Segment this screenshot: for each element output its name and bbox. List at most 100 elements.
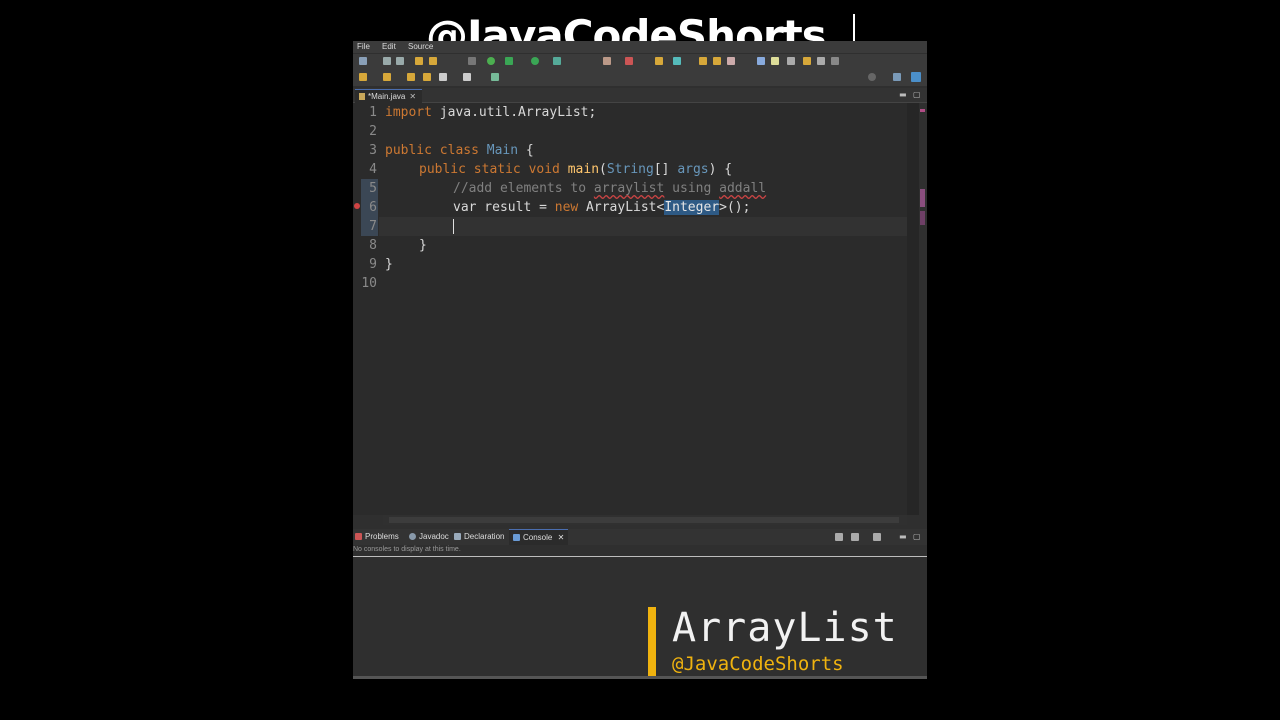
comment-text: using	[664, 181, 720, 196]
run-icon[interactable]	[505, 57, 513, 65]
back-icon[interactable]	[407, 73, 415, 81]
horizontal-scrollbar[interactable]	[383, 515, 907, 525]
tab-label: Console	[523, 533, 553, 542]
overlay-handle: @JavaCodeShorts	[672, 653, 844, 675]
keyword: new	[554, 200, 579, 215]
code-line-8: }	[419, 238, 427, 253]
method-name: main	[567, 162, 600, 177]
overlay-accent-bar	[648, 607, 656, 677]
vertical-scrollbar[interactable]	[907, 103, 919, 515]
code-line-6: var result = new ArrayList<Integer>();	[453, 198, 750, 217]
pin-console-icon[interactable]	[835, 533, 843, 541]
class-name: Main	[486, 143, 519, 158]
close-icon[interactable]: ✕	[558, 533, 565, 542]
tab-label: Problems	[365, 532, 399, 541]
close-icon[interactable]: ✕	[409, 92, 416, 101]
prev-annotation-icon[interactable]	[383, 73, 391, 81]
menu-file[interactable]: File	[357, 42, 370, 51]
code-lines: import java.util.ArrayList; public class…	[385, 103, 919, 515]
problems-icon	[355, 533, 362, 540]
word-wrap-icon[interactable]	[817, 57, 825, 65]
open-console-icon[interactable]	[873, 533, 881, 541]
console-empty-message: No consoles to display at this time.	[353, 546, 461, 553]
tab-declaration[interactable]: Declaration	[454, 529, 504, 545]
open-type-icon[interactable]	[699, 57, 707, 65]
menu-bar: File Edit Source	[353, 41, 927, 53]
open-task-icon[interactable]	[713, 57, 721, 65]
menu-edit[interactable]: Edit	[382, 42, 396, 51]
last-edit-icon[interactable]	[439, 73, 447, 81]
code-line-9: }	[385, 257, 393, 272]
keyword: public class	[385, 143, 479, 158]
parameter-name: args	[677, 162, 709, 177]
menu-source[interactable]: Source	[408, 42, 433, 51]
selected-type: Integer	[664, 200, 720, 215]
code-text: ) {	[708, 162, 733, 177]
next-annotation-icon[interactable]	[359, 73, 367, 81]
overview-ruler[interactable]	[919, 103, 927, 515]
toggle-mark-icon[interactable]	[757, 57, 765, 65]
javadoc-icon	[409, 533, 416, 540]
overview-marker	[920, 211, 925, 225]
open-perspective-icon[interactable]	[893, 73, 901, 81]
redo-icon[interactable]	[429, 57, 437, 65]
console-icon	[513, 534, 520, 541]
undo-icon[interactable]	[415, 57, 423, 65]
code-text: >();	[719, 200, 751, 215]
minimize-icon[interactable]: ▬	[899, 90, 907, 99]
code-text: java.util.ArrayList;	[431, 105, 597, 120]
editor-tab-main-java[interactable]: *Main.java ✕	[355, 89, 423, 103]
java-perspective-icon[interactable]	[911, 72, 921, 82]
display-console-icon[interactable]	[851, 533, 859, 541]
highlight-icon[interactable]	[771, 57, 779, 65]
line-number: 8	[369, 238, 377, 253]
new-class-icon[interactable]	[673, 57, 681, 65]
tab-javadoc[interactable]: Javadoc	[409, 529, 449, 545]
debug-icon[interactable]	[487, 57, 495, 65]
editor-tab-bar: *Main.java ✕ ▬ ▢	[353, 88, 927, 103]
editor-tab-label: *Main.java	[368, 92, 406, 101]
search-tool-icon[interactable]	[727, 57, 735, 65]
run-last-icon[interactable]	[531, 57, 539, 65]
secondary-toolbar	[353, 70, 927, 86]
status-strip	[353, 676, 927, 679]
pin-editor-icon[interactable]	[491, 73, 499, 81]
tab-label: Declaration	[464, 532, 505, 541]
coverage-icon[interactable]	[553, 57, 561, 65]
navigate-forward-icon[interactable]	[463, 73, 471, 81]
external-tools-icon[interactable]	[625, 57, 633, 65]
new-icon[interactable]	[359, 57, 367, 65]
code-text: {	[518, 143, 534, 158]
code-line-1: import java.util.ArrayList;	[385, 103, 596, 122]
save-icon[interactable]	[383, 57, 391, 65]
show-whitespace-icon[interactable]	[831, 57, 839, 65]
code-text: []	[653, 162, 678, 177]
minimize-icon[interactable]: ▬	[899, 532, 907, 541]
comment-text: //add elements to	[453, 181, 594, 196]
whitespace-icon[interactable]	[803, 57, 811, 65]
line-number: 1	[369, 105, 377, 120]
forward-icon[interactable]	[423, 73, 431, 81]
stop-icon[interactable]	[603, 57, 611, 65]
line-number: 3	[369, 143, 377, 158]
main-toolbar	[353, 54, 927, 70]
build-icon[interactable]	[468, 57, 476, 65]
maximize-icon[interactable]: ▢	[913, 532, 921, 541]
line-number: 9	[369, 257, 377, 272]
tab-console[interactable]: Console ✕	[509, 529, 569, 546]
code-editor[interactable]: 1 2 3 4 5 6 7 8 9 10 import java.util.Ar…	[353, 103, 919, 515]
new-java-project-icon[interactable]	[655, 57, 663, 65]
scrollbar-thumb[interactable]	[389, 517, 899, 523]
panel-divider	[353, 556, 927, 557]
search-icon[interactable]	[868, 73, 876, 81]
error-icon[interactable]	[354, 203, 360, 209]
line-number: 4	[369, 162, 377, 177]
maximize-icon[interactable]: ▢	[913, 90, 921, 99]
block-selection-icon[interactable]	[787, 57, 795, 65]
line-number: 2	[369, 124, 377, 139]
line-number: 10	[361, 276, 377, 291]
save-all-icon[interactable]	[396, 57, 404, 65]
bottom-panel-tab-bar: Problems Javadoc Declaration Console ✕ ▬…	[353, 529, 927, 546]
tab-problems[interactable]: Problems	[355, 529, 399, 545]
tab-label: Javadoc	[419, 532, 449, 541]
